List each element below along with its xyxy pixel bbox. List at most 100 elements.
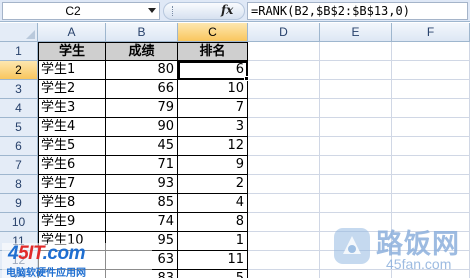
cell-a1[interactable]: 学生 [38,42,106,61]
watermark-45it-wordmark: 45IT.com [8,243,85,265]
cell-c10[interactable]: 8 [178,213,248,232]
wm-logo-b: 5IT [18,243,43,264]
watermark-45it-subtitle: 电脑软硬件应用网 [6,268,86,278]
watermark-45it-logo: 45IT.com 电脑软硬件应用网 [2,243,152,278]
cell-d12[interactable] [248,251,320,270]
cell-f4[interactable] [392,99,470,118]
cell-f1[interactable] [392,42,470,61]
cell-a2[interactable]: 学生1 [38,61,106,80]
cell-d1[interactable] [248,42,320,61]
resize-grip-icon[interactable] [172,6,174,16]
cell-d7[interactable] [248,156,320,175]
name-box-value: C2 [65,4,81,18]
cell-f9[interactable] [392,194,470,213]
column-header-d[interactable]: D [248,23,320,42]
row-header-1[interactable]: 1 [0,42,38,61]
cell-d13[interactable] [248,270,320,278]
cell-e6[interactable] [320,137,392,156]
watermark-domain: 45fan.com [386,256,452,272]
cell-a5[interactable]: 学生4 [38,118,106,137]
cell-c9[interactable]: 4 [178,194,248,213]
cell-b1[interactable]: 成绩 [106,42,178,61]
cell-e4[interactable] [320,99,392,118]
cell-f2[interactable] [392,61,470,80]
cell-b10[interactable]: 74 [106,213,178,232]
cell-c7[interactable]: 9 [178,156,248,175]
cell-a8[interactable]: 学生7 [38,175,106,194]
cell-b9[interactable]: 85 [106,194,178,213]
cell-d5[interactable] [248,118,320,137]
cell-d8[interactable] [248,175,320,194]
row-header-2[interactable]: 2 [0,61,38,80]
wm-logo-a: 4 [8,243,19,264]
column-header-f[interactable]: F [392,23,470,42]
row-header-8[interactable]: 8 [0,175,38,194]
chevron-down-icon[interactable] [148,8,156,13]
name-box[interactable]: C2 [2,2,160,20]
row-header-10[interactable]: 10 [0,213,38,232]
cell-d10[interactable] [248,213,320,232]
cell-c2[interactable]: 6 [178,61,248,80]
formula-bar: C2 fx =RANK(B2,$B$2:$B$13,0) [0,0,470,22]
cell-b7[interactable]: 71 [106,156,178,175]
select-all-corner[interactable] [0,23,38,42]
cell-c4[interactable]: 7 [178,99,248,118]
cell-a10[interactable]: 学生9 [38,213,106,232]
cell-e8[interactable] [320,175,392,194]
cell-d6[interactable] [248,137,320,156]
cell-c5[interactable]: 3 [178,118,248,137]
row-header-7[interactable]: 7 [0,156,38,175]
cell-e7[interactable] [320,156,392,175]
cell-c3[interactable]: 10 [178,80,248,99]
cell-c8[interactable]: 2 [178,175,248,194]
row-header-3[interactable]: 3 [0,80,38,99]
lufan-logo-icon [334,228,370,264]
row-header-6[interactable]: 6 [0,137,38,156]
formula-input[interactable]: =RANK(B2,$B$2:$B$13,0) [247,2,468,20]
cell-a4[interactable]: 学生3 [38,99,106,118]
cell-c6[interactable]: 12 [178,137,248,156]
cell-f8[interactable] [392,175,470,194]
cell-c13[interactable]: 5 [178,270,248,278]
watermark-45fan-logo: 路饭网 45fan.com [330,222,468,276]
row-header-9[interactable]: 9 [0,194,38,213]
corner-triangle-icon [26,30,35,39]
column-header-c[interactable]: C [178,23,248,42]
insert-function-icon[interactable]: fx [221,3,233,17]
cell-c12[interactable]: 11 [178,251,248,270]
cell-e2[interactable] [320,61,392,80]
row-header-5[interactable]: 5 [0,118,38,137]
cell-f7[interactable] [392,156,470,175]
cell-b2[interactable]: 80 [106,61,178,80]
cell-e5[interactable] [320,118,392,137]
cell-c11[interactable]: 1 [178,232,248,251]
cell-b8[interactable]: 93 [106,175,178,194]
fx-label: fx [221,3,234,17]
cell-f6[interactable] [392,137,470,156]
cell-b4[interactable]: 79 [106,99,178,118]
cell-e9[interactable] [320,194,392,213]
cell-a3[interactable]: 学生2 [38,80,106,99]
cell-c1[interactable]: 排名 [178,42,248,61]
row-header-4[interactable]: 4 [0,99,38,118]
cell-a6[interactable]: 学生5 [38,137,106,156]
cell-d2[interactable] [248,61,320,80]
cell-b3[interactable]: 66 [106,80,178,99]
cell-d9[interactable] [248,194,320,213]
cell-f3[interactable] [392,80,470,99]
cell-a9[interactable]: 学生8 [38,194,106,213]
cell-e1[interactable] [320,42,392,61]
cell-e3[interactable] [320,80,392,99]
cell-f5[interactable] [392,118,470,137]
column-header-a[interactable]: A [38,23,106,42]
column-header-b[interactable]: B [106,23,178,42]
column-header-e[interactable]: E [320,23,392,42]
cell-d3[interactable] [248,80,320,99]
cell-d11[interactable] [248,232,320,251]
cell-b5[interactable]: 90 [106,118,178,137]
wm-logo-c: .com [42,243,86,264]
cell-d4[interactable] [248,99,320,118]
cell-b6[interactable]: 45 [106,137,178,156]
cell-a7[interactable]: 学生6 [38,156,106,175]
fill-handle[interactable] [244,76,249,81]
